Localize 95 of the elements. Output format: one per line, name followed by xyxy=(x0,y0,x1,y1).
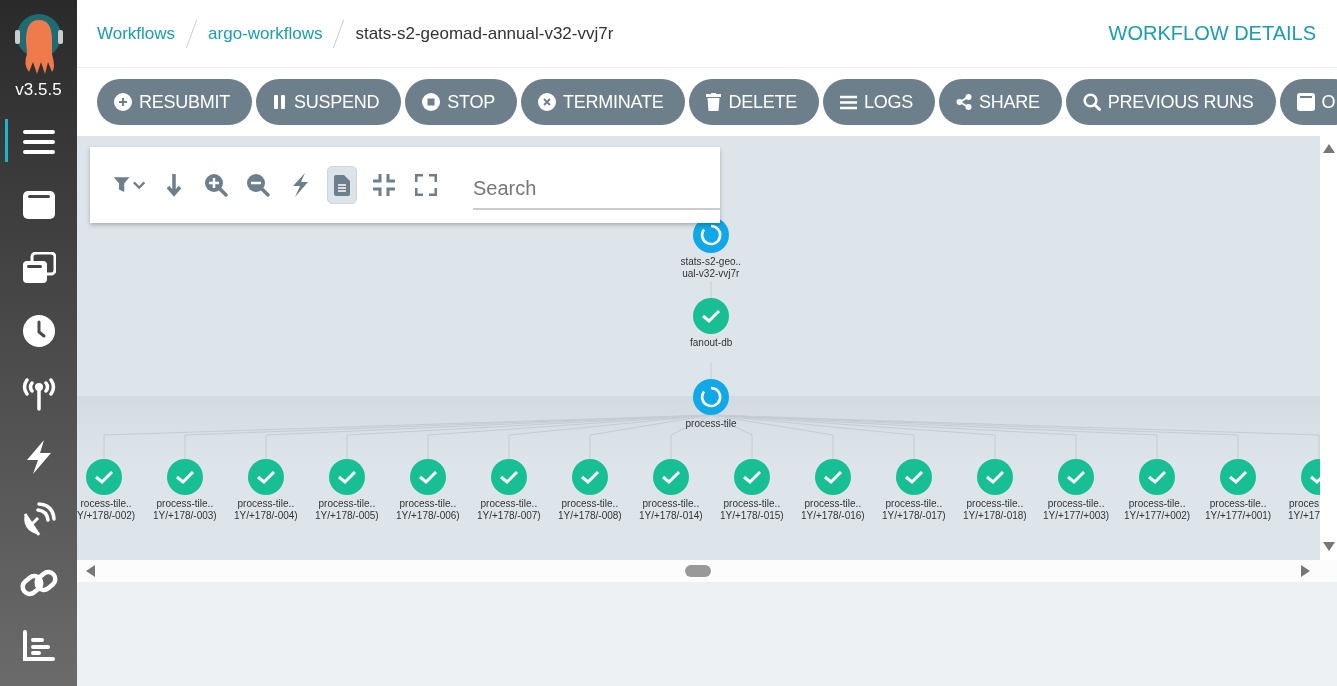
breadcrumb-link[interactable]: argo-workflows xyxy=(208,23,323,44)
succeeded-node[interactable] xyxy=(329,459,365,495)
succeeded-node[interactable] xyxy=(693,298,729,334)
succeeded-node[interactable] xyxy=(1139,459,1175,495)
scroll-down-icon[interactable] xyxy=(1323,542,1335,551)
running-node[interactable] xyxy=(693,379,729,415)
succeeded-node[interactable] xyxy=(977,459,1013,495)
check-icon xyxy=(1147,469,1167,485)
check-icon xyxy=(701,308,721,324)
window-icon[interactable] xyxy=(21,189,56,220)
check-icon xyxy=(1228,469,1248,485)
node-label: proces 1Y/+17 xyxy=(1288,498,1320,522)
node-label: process-tile.. 1Y/+177/+003) xyxy=(1043,498,1110,522)
zoom-out-icon[interactable] xyxy=(246,173,270,197)
compress-icon[interactable] xyxy=(373,174,395,196)
search-icon xyxy=(1082,93,1101,111)
version-label: v3.5.5 xyxy=(15,80,62,100)
succeeded-node[interactable] xyxy=(410,459,446,495)
stop-icon xyxy=(422,93,441,111)
node-label: process-tile xyxy=(685,418,737,430)
node-label: process-tile.. 1Y/+178/-015) xyxy=(720,498,784,522)
node-label: process-tile.. 1Y/+178/-007) xyxy=(477,498,541,522)
succeeded-node[interactable] xyxy=(572,459,608,495)
check-icon xyxy=(985,469,1005,485)
action-button[interactable]: LOGS xyxy=(822,79,935,125)
node-label: process-tile.. 1Y/+178/-016) xyxy=(801,498,865,522)
check-icon xyxy=(1066,469,1086,485)
node-label: process-tile.. 1Y/+178/-006) xyxy=(396,498,460,522)
check-icon xyxy=(661,469,681,485)
succeeded-node[interactable] xyxy=(653,459,689,495)
succeeded-node[interactable] xyxy=(248,459,284,495)
action-button[interactable]: PREVIOUS RUNS xyxy=(1065,79,1276,125)
stacked-windows-icon[interactable] xyxy=(21,251,56,284)
node-label: fanout-db xyxy=(690,337,733,349)
node-label: process-tile.. 1Y/+178/-004) xyxy=(234,498,298,522)
succeeded-node[interactable] xyxy=(815,459,851,495)
page-title: WORKFLOW DETAILS xyxy=(1108,22,1316,45)
window-icon xyxy=(1296,93,1315,111)
check-icon xyxy=(175,469,195,485)
breadcrumb-current: stats-s2-geomad-annual-v32-vvj7r xyxy=(355,23,614,44)
menu-icon xyxy=(839,94,857,110)
succeeded-node[interactable] xyxy=(1058,459,1094,495)
check-icon xyxy=(904,469,924,485)
lightning-icon[interactable] xyxy=(291,173,309,197)
check-icon xyxy=(94,469,114,485)
node-label: process-tile.. 1Y/+178/-017) xyxy=(882,498,946,522)
breadcrumb-link[interactable]: Workflows xyxy=(97,23,176,44)
close-icon xyxy=(538,93,556,111)
action-button[interactable]: O xyxy=(1279,79,1337,125)
arrow-down-icon[interactable] xyxy=(166,173,182,197)
clock-icon[interactable] xyxy=(21,313,56,348)
scroll-right-icon[interactable] xyxy=(1301,565,1310,577)
node-label: process-tile.. 1Y/+178/-008) xyxy=(558,498,622,522)
plus-circle-icon xyxy=(114,93,132,111)
succeeded-node[interactable] xyxy=(167,459,203,495)
succeeded-node[interactable] xyxy=(896,459,932,495)
check-icon xyxy=(580,469,600,485)
node-label: process-tile.. 1Y/+178/-003) xyxy=(153,498,217,522)
bar-chart-icon[interactable] xyxy=(21,629,56,662)
zoom-in-icon[interactable] xyxy=(204,173,228,197)
action-button[interactable]: DELETE xyxy=(689,79,819,125)
fullscreen-icon[interactable] xyxy=(415,174,437,196)
node-label: stats-s2-geo.. ual-v32-vvj7r xyxy=(680,256,742,280)
check-icon xyxy=(823,469,843,485)
succeeded-node[interactable] xyxy=(1220,459,1256,495)
document-toggle-icon[interactable] xyxy=(334,174,350,196)
trash-icon xyxy=(706,93,722,111)
node-label: process-tile.. 1Y/+177/+001) xyxy=(1205,498,1272,522)
check-icon xyxy=(256,469,276,485)
check-icon xyxy=(337,469,357,485)
check-icon xyxy=(499,469,519,485)
node-label: process-tile.. 1Y/+178/-014) xyxy=(639,498,703,522)
node-label: process-tile.. 1Y/+177/+002) xyxy=(1124,498,1191,522)
action-button[interactable]: SUSPEND xyxy=(256,79,402,125)
action-button[interactable]: STOP xyxy=(405,79,517,125)
search-field[interactable]: Search xyxy=(473,172,720,210)
spinner-icon xyxy=(700,224,722,246)
spinner-icon xyxy=(700,386,722,408)
check-icon xyxy=(742,469,762,485)
menu-icon[interactable] xyxy=(21,128,56,155)
action-button[interactable]: SHARE xyxy=(938,79,1062,125)
scrollbar-thumb[interactable] xyxy=(685,565,711,577)
share-icon xyxy=(955,94,972,110)
action-button[interactable]: TERMINATE xyxy=(521,79,686,125)
node-label: process-tile.. 1Y/+178/-005) xyxy=(315,498,379,522)
succeeded-node[interactable] xyxy=(86,459,122,495)
node-label: rocess-tile.. Y/+178/-002) xyxy=(77,498,136,522)
succeeded-node[interactable] xyxy=(734,459,770,495)
scroll-up-icon[interactable] xyxy=(1323,144,1335,153)
pause-icon xyxy=(273,94,287,110)
node-label: process-tile.. 1Y/+178/-018) xyxy=(963,498,1027,522)
check-icon xyxy=(418,469,438,485)
succeeded-node[interactable] xyxy=(491,459,527,495)
action-button[interactable]: RESUBMIT xyxy=(97,79,252,125)
scroll-left-icon[interactable] xyxy=(86,565,95,577)
